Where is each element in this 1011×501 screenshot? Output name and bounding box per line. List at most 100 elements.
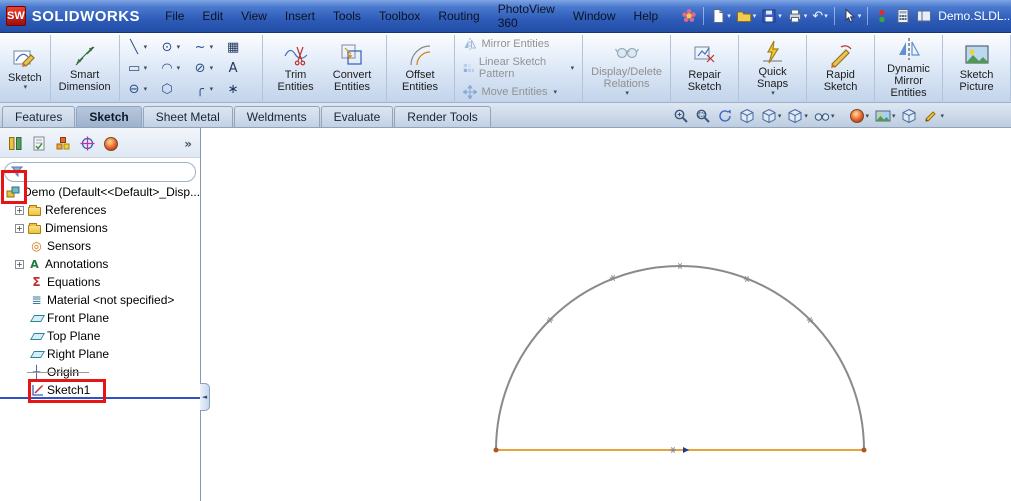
panels-icon[interactable] [914, 7, 934, 25]
print-button[interactable]: ▾ [785, 7, 810, 25]
repair-sketch-button[interactable]: Repair Sketch [676, 40, 733, 96]
arc-tool-button[interactable]: ◠ ▾ [158, 58, 191, 79]
tab-render-tools[interactable]: Render Tools [394, 106, 491, 127]
rapid-sketch-button[interactable]: Rapid Sketch [812, 40, 869, 96]
open-button[interactable]: ▾ [734, 7, 759, 25]
expander-icon[interactable]: + [15, 259, 24, 269]
tree-item-sensors[interactable]: ◎ Sensors [0, 237, 200, 255]
rectangle-tool-button[interactable]: ▭ ▾ [125, 58, 158, 79]
offset-entities-button[interactable]: Offset Entities [392, 40, 449, 96]
text-tool-button[interactable]: A [224, 58, 257, 79]
zoom-to-fit-icon[interactable] [672, 107, 690, 125]
more-tabs-chevron-icon[interactable]: » [184, 137, 192, 151]
tab-weldments[interactable]: Weldments [233, 106, 320, 127]
toggle-colors-icon[interactable] [872, 7, 892, 25]
sketch-arc[interactable] [495, 265, 865, 451]
calculator-icon[interactable] [893, 7, 913, 25]
menu-help[interactable]: Help [625, 6, 668, 26]
configuration-manager-tab-icon[interactable] [56, 136, 71, 151]
ellipse-tool-button[interactable]: ⊘ ▾ [191, 58, 224, 79]
menu-toolbox[interactable]: Toolbox [370, 6, 429, 26]
property-manager-tab-icon[interactable] [32, 136, 47, 151]
display-manager-tab-icon[interactable] [104, 136, 118, 151]
spline-tool-button[interactable]: ~ ▾ [191, 37, 224, 58]
zoom-to-area-icon[interactable] [694, 107, 712, 125]
menu-bar: File Edit View Insert Tools Toolbox Rout… [156, 0, 667, 33]
tree-item-top-plane[interactable]: Top Plane [0, 327, 200, 345]
new-document-button[interactable]: ▾ [708, 7, 733, 25]
tab-sketch[interactable]: Sketch [76, 106, 142, 127]
sketch-endpoint-right[interactable] [861, 447, 867, 453]
smart-dimension-button[interactable]: Smart Dimension [56, 40, 114, 96]
caret-down-icon: ▾ [857, 11, 862, 20]
undo-button[interactable]: ↶ ▾ [810, 8, 829, 25]
sketch-endpoint-left[interactable] [493, 447, 499, 453]
rotate-view-icon[interactable] [716, 107, 734, 125]
tree-item-label: Dimensions [45, 221, 108, 235]
tree-root-demo[interactable]: Demo (Default<<Default>_Disp... [0, 183, 200, 201]
fillet-tool-button[interactable]: ╭ ▾ [191, 79, 224, 100]
quick-snaps-button[interactable]: Quick Snaps ▾ [744, 37, 801, 100]
mirror-entities-button[interactable]: Mirror Entities [460, 36, 578, 52]
line-tool-button[interactable]: ╲ ▾ [125, 37, 158, 58]
section-view-icon[interactable] [738, 107, 756, 125]
display-delete-relations-icon [614, 47, 639, 58]
tab-sheet-metal[interactable]: Sheet Metal [142, 106, 233, 127]
tab-features[interactable]: Features [2, 106, 76, 127]
caret-down-icon: ▾ [143, 63, 148, 72]
menu-edit[interactable]: Edit [193, 6, 232, 26]
display-style-icon[interactable]: ▾ [786, 107, 809, 125]
tree-item-dimensions[interactable]: + Dimensions [0, 219, 200, 237]
apply-scene-icon[interactable]: ▾ [874, 107, 897, 125]
sketch-picture-button[interactable]: Sketch Picture [948, 40, 1005, 96]
menu-tools[interactable]: Tools [324, 6, 370, 26]
rapid-sketch-icon [830, 45, 852, 69]
menu-insert[interactable]: Insert [276, 6, 324, 26]
expander-icon[interactable]: + [15, 223, 24, 233]
corner-rectangle-tool-button[interactable]: ▦ [224, 37, 257, 58]
dimxpert-manager-tab-icon[interactable] [80, 136, 95, 151]
tree-item-label: Material <not specified> [47, 293, 175, 307]
tree-item-right-plane[interactable]: Right Plane [0, 345, 200, 363]
graphics-area[interactable] [202, 129, 1011, 501]
dynamic-mirror-entities-button[interactable]: Dynamic Mirror Entities [880, 34, 937, 102]
display-delete-relations-button[interactable]: Display/Delete Relations ▾ [588, 37, 665, 100]
tab-evaluate[interactable]: Evaluate [320, 106, 394, 127]
menu-view[interactable]: View [232, 6, 276, 26]
tree-item-references[interactable]: + References [0, 201, 200, 219]
expander-icon[interactable]: + [15, 205, 24, 215]
tree-filter-input[interactable] [27, 164, 189, 180]
manager-tab-strip: » [0, 128, 200, 158]
sketch-mode-icon[interactable]: ▾ [922, 107, 945, 125]
polygon-tool-button[interactable]: ⬡ [158, 79, 191, 100]
sketch-picture-label: Sketch Picture [959, 69, 994, 93]
menu-routing[interactable]: Routing [429, 6, 488, 26]
linear-sketch-pattern-button[interactable]: Linear Sketch Pattern ▾ [460, 55, 578, 81]
polygon-icon: ⬡ [161, 81, 173, 97]
move-entities-button[interactable]: Move Entities ▾ [460, 84, 578, 100]
menu-window[interactable]: Window [564, 6, 625, 26]
resources-flower-icon[interactable] [679, 7, 699, 25]
tree-item-material[interactable]: ≣ Material <not specified> [0, 291, 200, 309]
circle-tool-button[interactable]: ⊙ ▾ [158, 37, 191, 58]
tree-item-equations[interactable]: Σ Equations [0, 273, 200, 291]
trim-convert-group: Trim Entities Convert Entities [263, 35, 387, 101]
point-tool-button[interactable]: ∗ [224, 79, 257, 100]
trim-entities-button[interactable]: Trim Entities [268, 40, 324, 96]
hide-show-items-icon[interactable]: ▾ [813, 107, 836, 125]
sketch-button[interactable]: Sketch ▾ [5, 43, 45, 94]
view-settings-icon[interactable] [900, 107, 918, 125]
convert-entities-button[interactable]: Convert Entities [324, 40, 381, 96]
select-button[interactable]: ▾ [839, 7, 864, 25]
save-button[interactable]: ▾ [759, 7, 784, 25]
edit-appearance-icon[interactable]: ▾ [849, 108, 870, 124]
feature-manager-tab-icon[interactable] [8, 136, 23, 151]
menu-file[interactable]: File [156, 6, 193, 26]
panel-collapse-handle[interactable]: ◄ [200, 383, 210, 411]
tree-item-annotations[interactable]: + A Annotations [0, 255, 200, 273]
mirror-entities-icon [464, 38, 476, 50]
view-orientation-icon[interactable]: ▾ [760, 107, 783, 125]
slot-tool-button[interactable]: ⊖ ▾ [125, 79, 158, 100]
tree-item-front-plane[interactable]: Front Plane [0, 309, 200, 327]
menu-photoview-360[interactable]: PhotoView 360 [489, 0, 564, 33]
